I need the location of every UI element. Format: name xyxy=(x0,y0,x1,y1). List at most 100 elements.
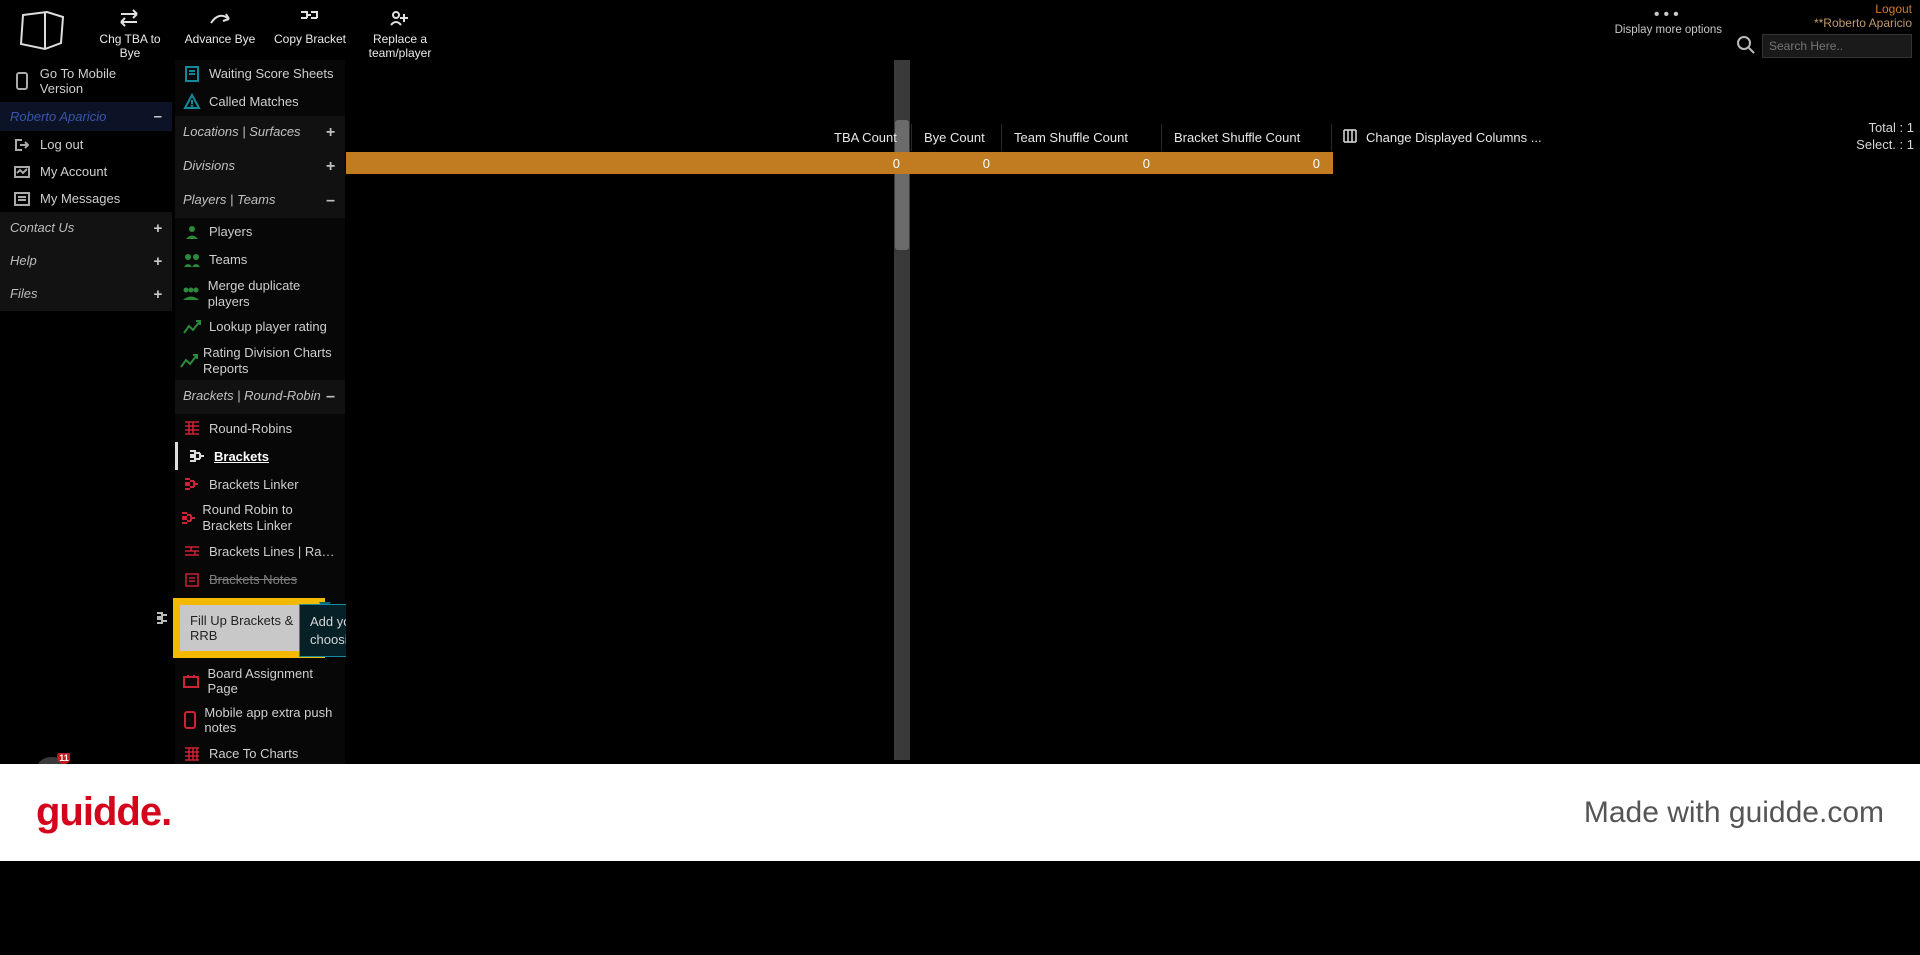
nav-item-label: Merge duplicate players xyxy=(208,278,339,309)
sidebar-section-label: Contact Us xyxy=(10,220,74,237)
expand-icon: + xyxy=(326,158,335,176)
col-bye-count[interactable]: Bye Count xyxy=(912,124,1002,151)
score-sheets-icon xyxy=(179,65,205,83)
nav-item-label: Brackets Lines | Ra… xyxy=(209,544,334,560)
called-matches-icon xyxy=(179,93,205,111)
nav-section-locations[interactable]: Locations | Surfaces + xyxy=(175,116,345,150)
cell-bracket-shuffle: 0 xyxy=(1162,156,1332,171)
rr-linker-icon xyxy=(179,510,198,526)
nav-item-label: Waiting Score Sheets xyxy=(209,66,334,82)
mobile-push-icon xyxy=(179,711,200,729)
nav-item-teams[interactable]: Teams xyxy=(175,246,345,274)
table-header-row: TBA Count Bye Count Team Shuffle Count B… xyxy=(822,122,1920,152)
nav-item-label: Players xyxy=(209,224,252,240)
search-input[interactable] xyxy=(1762,34,1912,58)
expand-icon: + xyxy=(153,220,162,237)
change-columns-button[interactable]: Change Displayed Columns ... xyxy=(1332,128,1542,147)
replace-team-label: Replace a team/player xyxy=(359,32,441,60)
sidebar-section-label: Files xyxy=(10,286,37,303)
nav-item-brackets[interactable]: Brackets xyxy=(175,442,345,470)
sidebar-item-logout[interactable]: Log out xyxy=(0,131,172,158)
col-bracket-shuffle[interactable]: Bracket Shuffle Count xyxy=(1162,124,1332,151)
copy-bracket-label: Copy Bracket xyxy=(269,32,351,46)
nav-item-label: Race To Charts xyxy=(209,746,298,762)
nav-section-brackets[interactable]: Brackets | Round-Robin – xyxy=(175,380,345,414)
nav-section-label: Locations | Surfaces xyxy=(183,124,301,142)
search-icon xyxy=(1736,35,1756,58)
nav-section-label: Players | Teams xyxy=(183,192,276,210)
sidebar-section-label: Help xyxy=(10,253,37,270)
nav-item-rr-to-brackets[interactable]: Round Robin to Brackets Linker xyxy=(175,498,345,537)
chg-tba-button[interactable]: Chg TBA to Bye xyxy=(85,4,175,60)
col-team-shuffle[interactable]: Team Shuffle Count xyxy=(1002,124,1162,151)
table-row[interactable]: 0 0 0 0 xyxy=(822,152,1333,174)
nav-item-board-assignment[interactable]: Board Assignment Page xyxy=(175,662,345,701)
cell-team-shuffle: 0 xyxy=(1002,156,1162,171)
sidebar-section-help[interactable]: Help + xyxy=(0,245,172,278)
sidebar-item-current-user[interactable]: Roberto Aparicio – xyxy=(0,102,172,131)
current-user-label: **Roberto Aparicio xyxy=(1814,16,1912,30)
guidde-logo: guidde. xyxy=(36,790,171,835)
round-robins-icon xyxy=(179,420,205,436)
nav-item-merge-players[interactable]: Merge duplicate players xyxy=(175,274,345,313)
nav-panel: Waiting Score Sheets Called Matches Loca… xyxy=(175,60,345,778)
teams-icon xyxy=(179,251,205,269)
brackets-linker-icon xyxy=(179,476,205,492)
sidebar-item-label: Roberto Aparicio xyxy=(10,109,106,124)
board-icon xyxy=(179,673,204,689)
more-options-button[interactable]: ••• Display more options xyxy=(1601,0,1736,36)
mobile-icon xyxy=(10,72,34,90)
left-sidebar: Go To Mobile Version Roberto Aparicio – … xyxy=(0,60,172,311)
player-icon xyxy=(179,223,205,241)
brackets-lines-icon xyxy=(179,544,205,560)
app-logo xyxy=(0,0,85,58)
collapse-icon: – xyxy=(326,192,335,210)
content-area: ol… Total : 1 Select. : 1 TBA Count Bye … xyxy=(346,60,1920,764)
nav-item-lookup-rating[interactable]: Lookup player rating xyxy=(175,313,345,341)
sidebar-section-files[interactable]: Files + xyxy=(0,278,172,311)
sidebar-section-contact[interactable]: Contact Us + xyxy=(0,212,172,245)
advance-bye-label: Advance Bye xyxy=(179,32,261,46)
sidebar-item-label: Log out xyxy=(40,137,83,152)
advance-bye-button[interactable]: Advance Bye xyxy=(175,4,265,46)
replace-team-button[interactable]: Replace a team/player xyxy=(355,4,445,60)
brackets-notes-icon xyxy=(179,572,205,588)
nav-item-brackets-linker[interactable]: Brackets Linker xyxy=(175,470,345,498)
nav-item-players[interactable]: Players xyxy=(175,218,345,246)
expand-icon: + xyxy=(326,124,335,142)
nav-section-divisions[interactable]: Divisions + xyxy=(175,150,345,184)
sidebar-item-account[interactable]: My Account xyxy=(0,158,172,185)
guidde-banner: guidde. Made with guidde.com xyxy=(0,764,1920,861)
nav-section-players[interactable]: Players | Teams – xyxy=(175,184,345,218)
cell-tba: 0 xyxy=(822,156,912,171)
nav-section-label: Brackets | Round-Robin xyxy=(183,388,321,406)
nav-item-round-robins[interactable]: Round-Robins xyxy=(175,414,345,442)
copy-bracket-button[interactable]: Copy Bracket xyxy=(265,4,355,46)
nav-item-label: Brackets Linker xyxy=(209,477,299,493)
reports-icon xyxy=(179,353,199,369)
merge-icon xyxy=(179,285,204,303)
nav-item-brackets-notes[interactable]: Brackets Notes xyxy=(175,566,345,594)
logout-link[interactable]: Logout xyxy=(1875,2,1912,16)
race-charts-icon xyxy=(179,746,205,762)
messages-icon xyxy=(10,192,34,206)
col-tba-count[interactable]: TBA Count xyxy=(822,124,912,151)
nav-section-label: Divisions xyxy=(183,158,235,176)
nav-item-label: Mobile app extra push notes xyxy=(204,705,339,736)
more-options-icon: ••• xyxy=(1615,6,1722,24)
sidebar-item-messages[interactable]: My Messages xyxy=(0,185,172,212)
made-with-label: Made with guidde.com xyxy=(1584,796,1884,830)
nav-item-label: Round-Robins xyxy=(209,421,292,437)
nav-item-rating-reports[interactable]: Rating Division Charts Reports xyxy=(175,341,345,380)
collapse-icon: – xyxy=(326,388,335,406)
nav-item-called-matches[interactable]: Called Matches xyxy=(175,88,345,116)
nav-item-label: Lookup player rating xyxy=(209,319,327,335)
sidebar-item-label: My Account xyxy=(40,164,107,179)
brackets-icon xyxy=(184,448,210,464)
sidebar-item-mobile[interactable]: Go To Mobile Version xyxy=(0,60,172,102)
rating-icon xyxy=(179,319,205,335)
nav-item-brackets-lines[interactable]: Brackets Lines | Ra… xyxy=(175,538,345,566)
nav-item-mobile-push[interactable]: Mobile app extra push notes xyxy=(175,701,345,740)
collapse-icon: – xyxy=(154,108,162,125)
nav-item-waiting-sheets[interactable]: Waiting Score Sheets xyxy=(175,60,345,88)
